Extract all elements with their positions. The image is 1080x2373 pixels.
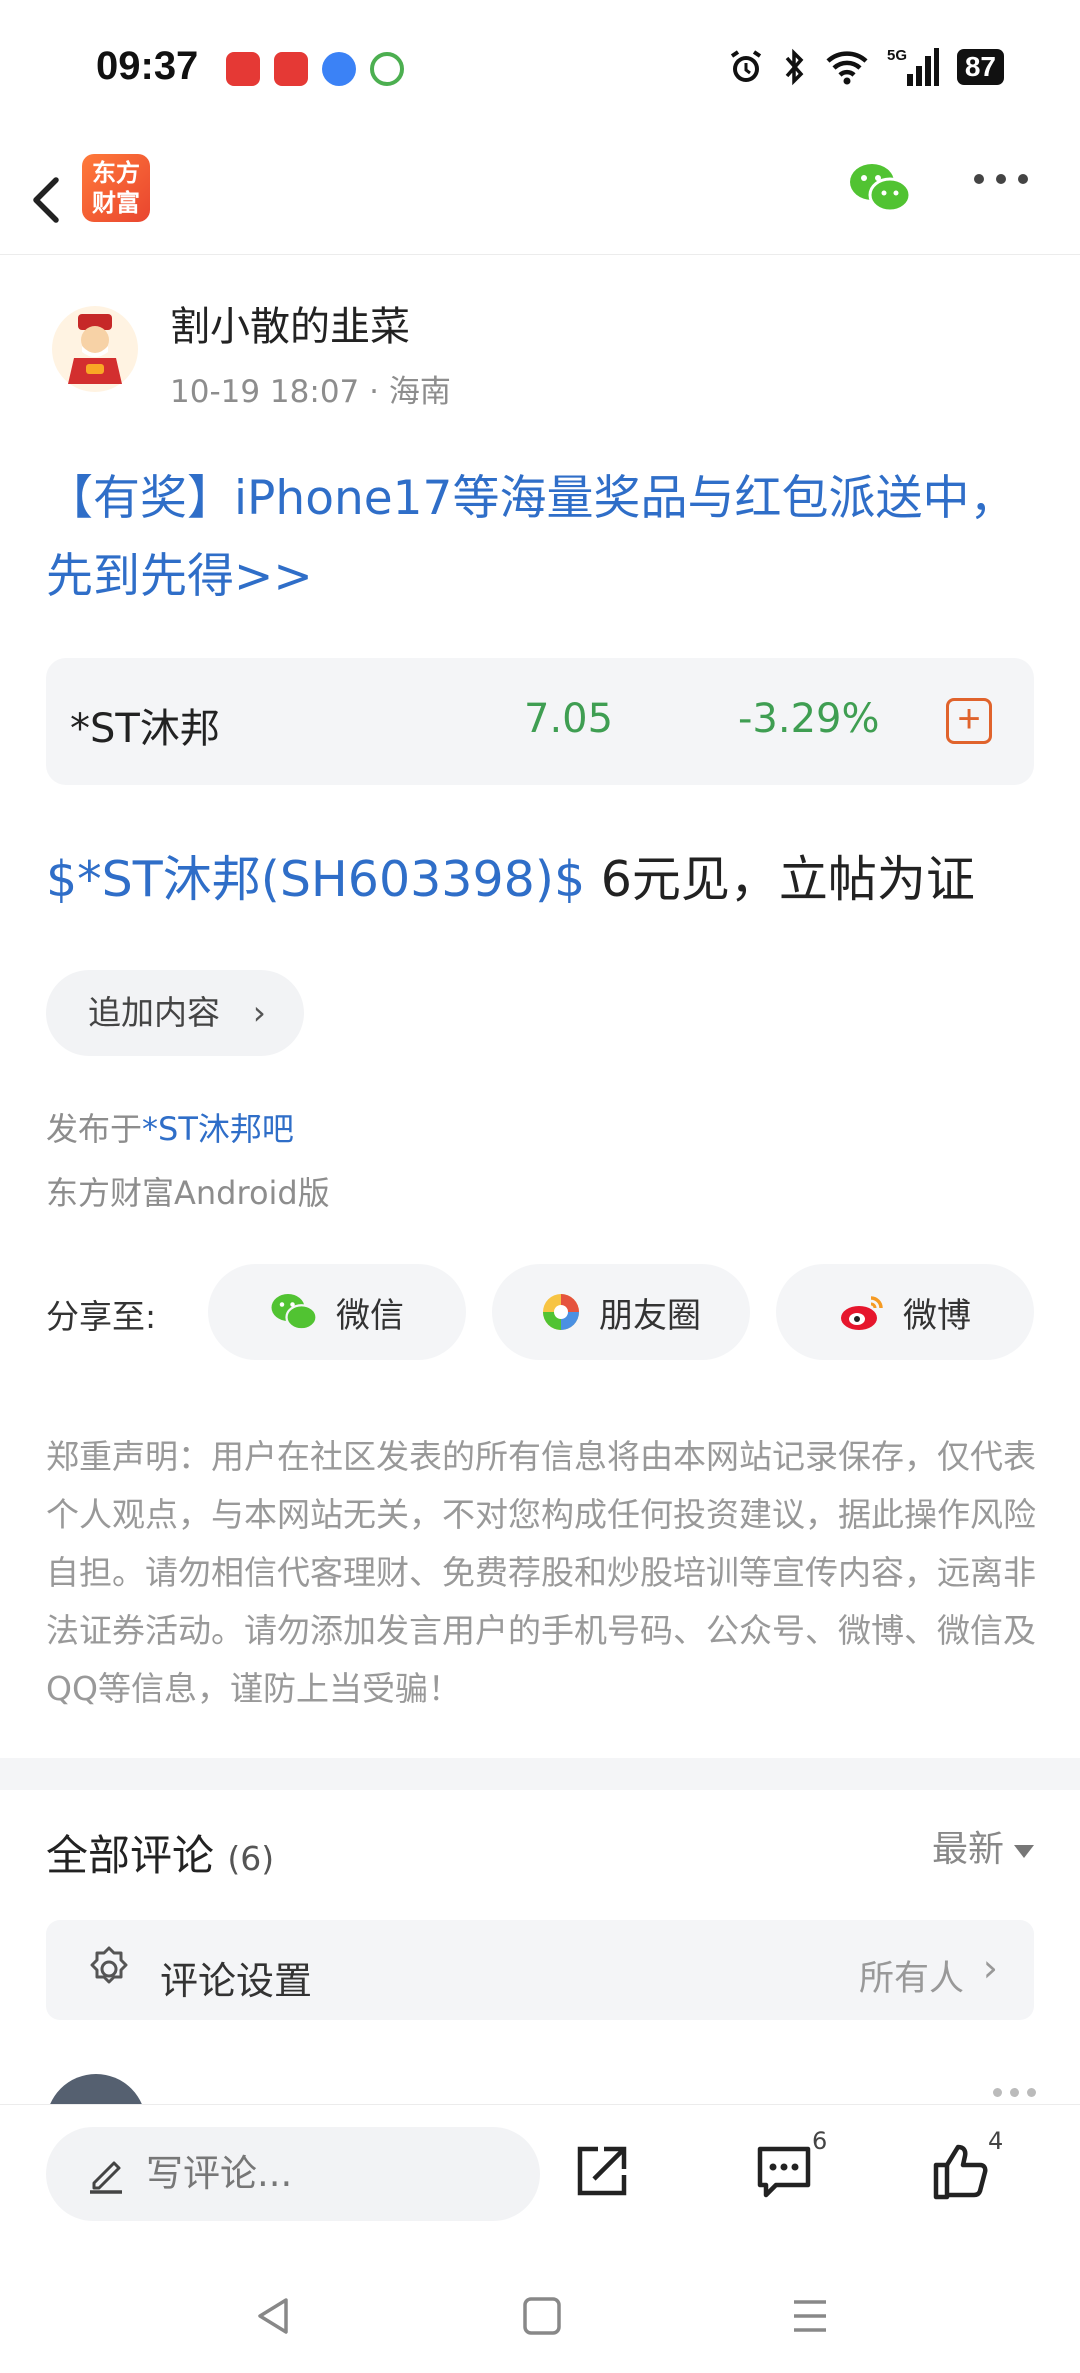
published-prefix: 发布于 xyxy=(46,1110,143,1148)
more-dot xyxy=(1027,2088,1036,2097)
chevron-right-icon: › xyxy=(982,1946,998,1990)
alarm-icon xyxy=(730,50,761,82)
post-time-location: 10-19 18:07 · 海南 xyxy=(170,374,451,410)
bottom-action-bar: 写评论... 6 4 xyxy=(0,2104,1080,2254)
status-bar: 09:37 5G 87 xyxy=(0,0,1080,140)
share-label: 分享至: xyxy=(46,1297,157,1336)
camera-app-icon xyxy=(274,52,308,86)
share-wechat-button[interactable]: 微信 xyxy=(208,1264,466,1360)
post-content: $*ST沐邦(SH603398)$ 6元见，立帖为证 xyxy=(46,840,975,911)
system-navigation-bar xyxy=(0,2254,1080,2373)
eastmoney-logo[interactable]: 东方 财富 xyxy=(82,154,150,222)
like-count-badge: 4 xyxy=(988,2127,1004,2155)
sort-label: 最新 xyxy=(931,1829,1004,1870)
more-options-button[interactable] xyxy=(974,174,1028,184)
append-content-button[interactable]: 追加内容 › xyxy=(46,970,304,1056)
comments-count: (6) xyxy=(227,1839,275,1878)
like-button[interactable]: 4 xyxy=(930,2127,1003,2205)
browser-app-icon xyxy=(322,52,356,86)
pen-icon xyxy=(90,2161,122,2194)
status-time: 09:37 xyxy=(96,44,199,88)
logo-line-1: 东方 xyxy=(92,159,140,187)
assistant-app-icon xyxy=(370,52,404,86)
stock-price: 7.05 xyxy=(524,696,614,742)
comment-count-badge: 6 xyxy=(812,2127,828,2155)
chevron-right-icon: › xyxy=(252,993,266,1032)
comment-item-partial[interactable] xyxy=(46,2074,1036,2104)
battery-indicator: 87 xyxy=(956,49,1004,85)
back-arrow-icon xyxy=(33,177,59,223)
author-name[interactable]: 割小散的韭菜 xyxy=(170,294,410,352)
wechat-share-button[interactable] xyxy=(848,160,912,220)
write-comment-input[interactable]: 写评论... xyxy=(46,2127,540,2221)
system-icons: 5G 87 xyxy=(727,46,1004,88)
wechat-icon xyxy=(850,164,912,213)
news-app-icon xyxy=(226,52,260,86)
notification-icons xyxy=(226,52,404,86)
stock-bar-link[interactable]: *ST沐邦吧 xyxy=(142,1110,294,1148)
more-dot xyxy=(1010,2088,1019,2097)
dropdown-triangle-icon xyxy=(1014,1844,1034,1858)
add-watchlist-button[interactable]: + xyxy=(946,698,992,744)
comments-title: 全部评论 xyxy=(46,1831,215,1880)
comment-settings-value: 所有人 xyxy=(858,1959,964,1999)
comment-placeholder: 写评论... xyxy=(146,2152,293,2195)
bluetooth-icon xyxy=(785,48,804,86)
comment-settings-row[interactable]: 评论设置 所有人 › xyxy=(46,1920,1034,2020)
stock-quote-card[interactable]: *ST沐邦 7.05 -3.29% + xyxy=(46,658,1034,785)
share-weibo-button[interactable]: 微博 xyxy=(776,1264,1034,1360)
more-dot xyxy=(993,2088,1002,2097)
app-header: 东方 财富 xyxy=(0,140,1080,255)
moments-icon xyxy=(543,1294,579,1330)
thumbs-up-icon xyxy=(933,2144,988,2200)
share-out-icon xyxy=(577,2146,627,2196)
promo-link[interactable]: 【有奖】iPhone17等海量奖品与红包派送中，先到先得>> xyxy=(46,460,1036,616)
author-avatar[interactable] xyxy=(52,306,138,392)
disclaimer-text: 郑重声明：用户在社区发表的所有信息将由本网站记录保存，仅代表个人观点，与本网站无… xyxy=(46,1437,1036,1708)
sort-dropdown[interactable]: 最新 xyxy=(932,1820,1034,1872)
more-dot xyxy=(974,174,984,184)
comment-settings-label: 评论设置 xyxy=(160,1959,313,2003)
back-button[interactable] xyxy=(22,158,82,238)
share-moments-button[interactable]: 朋友圈 xyxy=(492,1264,750,1360)
client-source: 东方财富Android版 xyxy=(46,1174,330,1212)
svg-text:5G: 5G xyxy=(887,47,907,64)
section-divider xyxy=(0,1758,1080,1790)
comment-bubble-icon xyxy=(757,2146,811,2198)
signal-5g-icon: 5G xyxy=(887,47,939,86)
stock-change: -3.29% xyxy=(738,696,880,742)
commenter-avatar[interactable] xyxy=(46,2074,146,2104)
stock-tag-link[interactable]: $*ST沐邦(SH603398)$ xyxy=(46,851,585,908)
nav-back-icon[interactable] xyxy=(252,2294,296,2338)
published-in: 发布于*ST沐邦吧 xyxy=(46,1104,294,1150)
share-weibo-label: 微博 xyxy=(903,1295,971,1336)
post-text: 6元见，立帖为证 xyxy=(585,851,975,908)
weibo-icon xyxy=(841,1296,883,1330)
wechat-icon xyxy=(271,1294,318,1331)
append-label: 追加内容 xyxy=(88,993,220,1032)
comments-button[interactable]: 6 xyxy=(754,2127,827,2205)
more-dot xyxy=(1018,174,1028,184)
nav-recents-icon[interactable] xyxy=(788,2294,832,2338)
comments-header: 全部评论 (6) xyxy=(46,1822,274,1883)
more-dot xyxy=(996,174,1006,184)
share-post-button[interactable] xyxy=(572,2141,632,2205)
nav-home-icon[interactable] xyxy=(520,2294,564,2338)
gear-icon xyxy=(90,1946,128,1984)
comment-more-button[interactable] xyxy=(993,2088,1036,2097)
wifi-icon xyxy=(826,51,868,85)
share-wechat-label: 微信 xyxy=(336,1295,404,1336)
share-moments-label: 朋友圈 xyxy=(599,1295,701,1336)
fortune-god-avatar-icon xyxy=(68,314,122,384)
stock-name: *ST沐邦 xyxy=(70,706,220,752)
logo-line-2: 财富 xyxy=(92,189,140,217)
